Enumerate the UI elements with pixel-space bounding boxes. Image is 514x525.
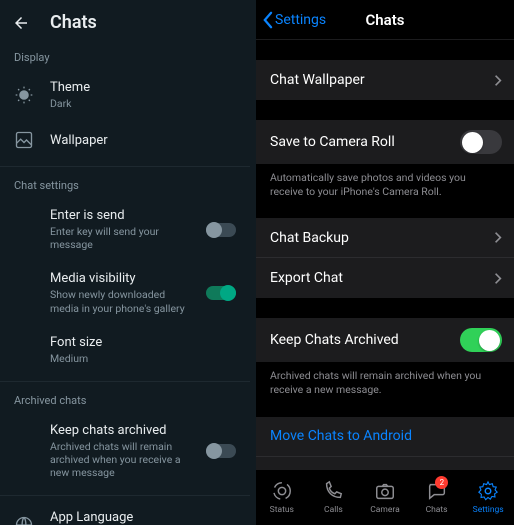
chevron-right-icon xyxy=(494,272,502,285)
ios-chats-settings: Settings Chats Chat Wallpaper Save to Ca… xyxy=(256,0,514,525)
enter-is-send-title: Enter is send xyxy=(50,208,190,223)
export-chat-row[interactable]: Export Chat xyxy=(256,258,514,298)
section-archived: Archived chats xyxy=(0,386,250,413)
enter-is-send-row[interactable]: Enter is send Enter key will send your m… xyxy=(0,198,250,261)
tab-status-label: Status xyxy=(270,505,294,515)
media-visibility-title: Media visibility xyxy=(50,271,190,286)
section-display: Display xyxy=(0,43,250,70)
chat-wallpaper-label: Chat Wallpaper xyxy=(270,72,484,88)
settings-list: Display Theme Dark Wallpaper Chat settin… xyxy=(0,43,256,525)
export-chat-label: Export Chat xyxy=(270,270,484,286)
tab-bar: Status Calls Camera Chats 2 Settings xyxy=(256,469,514,525)
save-camera-roll-footnote: Automatically save photos and videos you… xyxy=(256,164,514,198)
chevron-left-icon xyxy=(262,11,273,29)
header: Settings Chats xyxy=(256,0,514,40)
header-title: Chats xyxy=(366,11,405,29)
gear-icon xyxy=(477,480,499,502)
camera-icon xyxy=(374,480,396,502)
tab-calls[interactable]: Calls xyxy=(308,470,360,525)
app-language-row[interactable]: App Language Phone's language (English) xyxy=(0,500,250,525)
back-label: Settings xyxy=(275,12,326,28)
chevron-right-icon xyxy=(494,74,502,87)
tab-camera[interactable]: Camera xyxy=(359,470,411,525)
save-camera-roll-switch[interactable] xyxy=(460,130,502,154)
keep-archived-toggle[interactable] xyxy=(206,444,236,458)
wallpaper-icon xyxy=(14,130,34,150)
android-chats-settings: Chats Display Theme Dark Wallpaper Chat … xyxy=(0,0,256,525)
tab-chats-label: Chats xyxy=(426,505,448,515)
font-size-title: Font size xyxy=(50,335,236,350)
move-android-row[interactable]: Move Chats to Android xyxy=(256,417,514,457)
theme-subtitle: Dark xyxy=(50,97,236,110)
theme-row[interactable]: Theme Dark xyxy=(0,70,250,120)
keep-archived-label: Keep Chats Archived xyxy=(270,332,450,348)
archive-all-row[interactable]: Archive All Chats xyxy=(256,457,514,469)
keep-archived-row[interactable]: Keep chats archived Archived chats will … xyxy=(0,413,250,489)
font-size-row[interactable]: Font size Medium xyxy=(0,325,250,375)
font-size-subtitle: Medium xyxy=(50,352,236,365)
chat-wallpaper-row[interactable]: Chat Wallpaper xyxy=(256,60,514,100)
phone-icon xyxy=(322,480,344,502)
theme-icon xyxy=(14,85,34,105)
app-language-title: App Language xyxy=(50,510,236,525)
tab-camera-label: Camera xyxy=(370,505,399,515)
header: Chats xyxy=(0,0,256,43)
tab-settings-label: Settings xyxy=(473,505,504,515)
status-icon xyxy=(271,480,293,502)
settings-list: Chat Wallpaper Save to Camera Roll Autom… xyxy=(256,40,514,469)
wallpaper-row[interactable]: Wallpaper xyxy=(0,120,250,160)
media-visibility-row[interactable]: Media visibility Show newly downloaded m… xyxy=(0,261,250,324)
back-button[interactable]: Settings xyxy=(262,0,326,40)
enter-is-send-toggle[interactable] xyxy=(206,223,236,237)
chevron-right-icon xyxy=(494,231,502,244)
tab-chats[interactable]: Chats 2 xyxy=(411,470,463,525)
keep-archived-subtitle: Archived chats will remain archived when… xyxy=(50,440,190,479)
media-visibility-toggle[interactable] xyxy=(206,286,236,300)
save-camera-roll-row[interactable]: Save to Camera Roll xyxy=(256,120,514,164)
section-chat-settings: Chat settings xyxy=(0,171,250,198)
tab-status[interactable]: Status xyxy=(256,470,308,525)
wallpaper-title: Wallpaper xyxy=(50,133,236,148)
theme-title: Theme xyxy=(50,80,236,95)
keep-archived-switch[interactable] xyxy=(460,328,502,352)
chat-backup-label: Chat Backup xyxy=(270,230,484,246)
chat-backup-row[interactable]: Chat Backup xyxy=(256,218,514,258)
save-camera-roll-label: Save to Camera Roll xyxy=(270,134,450,150)
enter-is-send-subtitle: Enter key will send your message xyxy=(50,225,190,251)
keep-archived-row[interactable]: Keep Chats Archived xyxy=(256,318,514,362)
media-visibility-subtitle: Show newly downloaded media in your phon… xyxy=(50,288,190,314)
tab-calls-label: Calls xyxy=(324,505,343,515)
move-android-label: Move Chats to Android xyxy=(270,428,502,444)
keep-archived-footnote: Archived chats will remain archived when… xyxy=(256,362,514,396)
keep-archived-title: Keep chats archived xyxy=(50,423,190,438)
globe-icon xyxy=(14,515,34,525)
back-arrow-icon[interactable] xyxy=(12,14,30,32)
tab-settings[interactable]: Settings xyxy=(462,470,514,525)
header-title: Chats xyxy=(50,12,97,33)
